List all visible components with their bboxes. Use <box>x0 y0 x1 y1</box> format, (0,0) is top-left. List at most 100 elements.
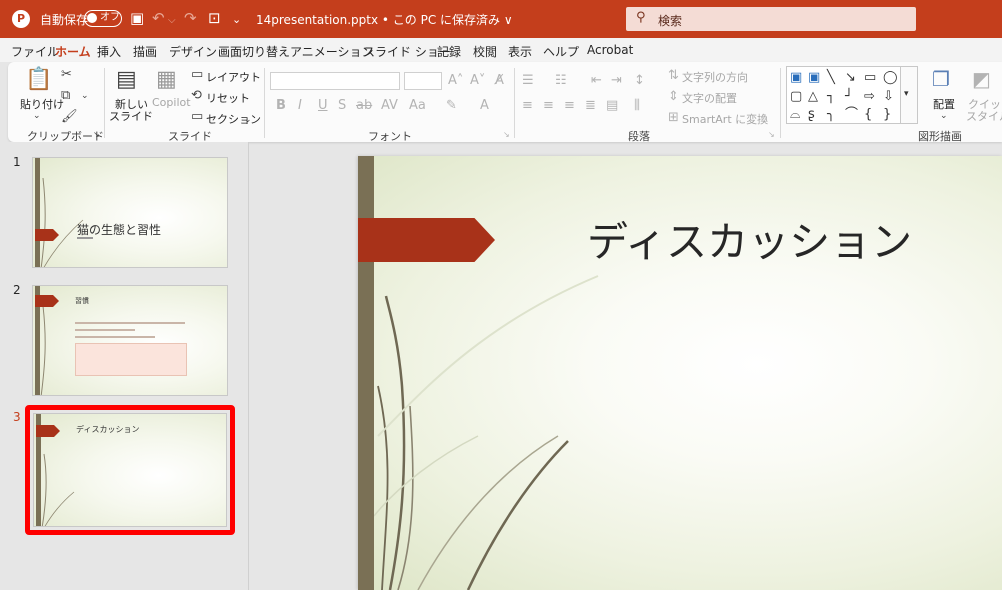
tab-draw[interactable]: 描画 <box>133 43 157 60</box>
italic-icon[interactable]: I <box>298 99 302 113</box>
redo-icon[interactable]: ↷ <box>184 9 197 27</box>
autosave-toggle[interactable]: オフ <box>84 10 122 27</box>
change-case-icon[interactable]: Aa <box>409 99 426 113</box>
tab-view[interactable]: 表示 <box>508 43 532 60</box>
increase-indent-icon[interactable]: ⇥ <box>611 74 622 88</box>
font-launcher-icon[interactable]: ↘ <box>503 128 510 142</box>
justify-icon[interactable]: ≣ <box>585 99 596 113</box>
search-box[interactable]: ⚲ 検索 <box>626 7 916 31</box>
tab-insert[interactable]: 挿入 <box>97 43 121 60</box>
align-text-button[interactable]: 文字の配置 <box>682 90 737 106</box>
align-right-icon[interactable]: ≡ <box>564 99 575 113</box>
slide-thumbnail-2[interactable]: 習慣 <box>32 285 228 396</box>
highlight-icon[interactable]: ✎ <box>446 99 457 113</box>
layout-icon[interactable]: ▭ <box>191 68 203 82</box>
right-brace-shape-icon[interactable]: } <box>883 108 891 122</box>
tab-transitions[interactable]: 画面切り替え <box>218 43 290 60</box>
tab-file[interactable]: ファイル <box>11 43 59 60</box>
new-slide-icon[interactable]: ▤ <box>116 68 137 92</box>
slide-title[interactable]: ディスカッション <box>587 208 912 268</box>
vertical-text-box-shape-icon[interactable]: ▣ <box>808 71 820 85</box>
shadow-icon[interactable]: S <box>338 99 346 113</box>
align-text-icon[interactable]: ⇕ <box>668 90 679 104</box>
undo-dropdown-icon[interactable]: ⌵ <box>168 12 176 30</box>
copy-icon[interactable]: ⧉ <box>61 89 70 103</box>
copilot-icon[interactable]: ▦ <box>156 68 177 92</box>
section-icon[interactable]: ▭ <box>191 110 203 124</box>
arrange-icon[interactable]: ❐ <box>932 68 950 90</box>
cut-icon[interactable]: ✂ <box>61 68 72 82</box>
undo-icon[interactable]: ↶ <box>152 9 165 27</box>
strikethrough-icon[interactable]: ab <box>356 99 372 113</box>
shapes-more-button[interactable]: ▾ <box>900 67 917 123</box>
scribble-shape-icon[interactable]: ʂ <box>808 108 815 122</box>
paste-icon[interactable]: 📋 <box>25 68 52 92</box>
arrange-dropdown-icon[interactable]: ⌄ <box>940 109 948 123</box>
line-spacing-icon[interactable]: ↕ <box>634 74 645 88</box>
bullets-icon[interactable]: ☰ <box>522 74 534 88</box>
copilot-button[interactable]: Copilot <box>152 96 191 109</box>
bold-icon[interactable]: B <box>276 99 286 113</box>
font-name-box[interactable] <box>270 72 400 90</box>
text-direction-icon[interactable]: ⇅ <box>668 69 679 83</box>
arc-shape-icon[interactable]: ╮ <box>827 108 835 122</box>
shapes-gallery[interactable]: ▣ ▣ ╲ ↘ ▭ ◯ ▢ △ ┐ ┘ ⇨ ⇩ ⌓ ʂ ╮ ⌒ { } ▾ <box>786 66 918 124</box>
align-left-icon[interactable]: ≡ <box>522 99 533 113</box>
oval-shape-icon[interactable]: ◯ <box>883 71 898 85</box>
document-title[interactable]: 14presentation.pptx • この PC に保存済み ∨ <box>256 11 513 28</box>
align-center-icon[interactable]: ≡ <box>543 99 554 113</box>
tab-animations[interactable]: アニメーション <box>290 43 374 60</box>
section-dropdown-icon[interactable]: ⌄ <box>244 113 252 127</box>
smartart-icon[interactable]: ⊞ <box>668 111 679 125</box>
format-painter-icon[interactable]: 🖌 <box>61 110 78 124</box>
numbering-icon[interactable]: ☷ <box>555 74 567 88</box>
freeform-shape-icon[interactable]: ⌓ <box>790 108 800 122</box>
clipboard-launcher-icon[interactable]: ↘ <box>93 128 100 142</box>
quick-style-icon[interactable]: ◩ <box>972 68 991 90</box>
decrease-indent-icon[interactable]: ⇤ <box>591 74 602 88</box>
save-icon[interactable]: ▣ <box>130 9 144 27</box>
reset-button[interactable]: リセット <box>206 90 250 106</box>
paste-button[interactable]: 貼り付け <box>20 96 64 112</box>
increase-font-size-icon[interactable]: A˄ <box>448 74 463 88</box>
font-size-box[interactable] <box>404 72 442 90</box>
smartart-button[interactable]: SmartArt に変換 <box>682 111 768 127</box>
copy-dropdown-icon[interactable]: ⌄ <box>81 89 89 103</box>
section-button[interactable]: セクション <box>206 111 261 127</box>
rectangle-shape-icon[interactable]: ▭ <box>864 71 876 85</box>
pane-divider[interactable] <box>248 142 249 590</box>
distributed-icon[interactable]: ▤ <box>606 99 618 113</box>
reset-icon[interactable]: ⟲ <box>191 89 202 103</box>
tab-acrobat[interactable]: Acrobat <box>587 43 633 57</box>
tab-home[interactable]: ホーム <box>55 43 91 65</box>
tab-record[interactable]: 記録 <box>437 43 461 60</box>
decrease-font-size-icon[interactable]: A˅ <box>470 74 485 88</box>
elbow-arrow-shape-icon[interactable]: ┘ <box>845 90 853 104</box>
left-brace-shape-icon[interactable]: { <box>864 108 872 122</box>
right-arrow-shape-icon[interactable]: ⇨ <box>864 90 875 104</box>
slide-canvas[interactable]: ディスカッション <box>358 156 1002 590</box>
layout-button[interactable]: レイアウト <box>206 69 261 85</box>
slide-thumbnail-1[interactable]: 猫の生態と習性 <box>32 157 228 268</box>
layout-dropdown-icon[interactable]: ⌄ <box>242 71 250 85</box>
curve-shape-icon[interactable]: ⌒ <box>845 108 858 122</box>
text-direction-button[interactable]: 文字列の方向 <box>682 69 748 85</box>
clear-formatting-icon[interactable]: A̸ <box>495 74 504 88</box>
quick-style-label-2[interactable]: スタイル <box>966 108 1002 124</box>
underline-icon[interactable]: U <box>318 99 328 113</box>
tab-help[interactable]: ヘルプ <box>543 43 579 60</box>
present-icon[interactable]: ⊡ <box>208 9 221 27</box>
triangle-shape-icon[interactable]: △ <box>808 90 818 104</box>
customize-qat-icon[interactable]: ⌄ <box>232 11 241 29</box>
font-color-icon[interactable]: A <box>480 99 489 113</box>
character-spacing-icon[interactable]: AV <box>381 99 398 113</box>
paste-dropdown-icon[interactable]: ⌄ <box>33 109 41 123</box>
rounded-rectangle-shape-icon[interactable]: ▢ <box>790 90 802 104</box>
new-slide-label-2[interactable]: スライド <box>109 108 153 124</box>
elbow-connector-shape-icon[interactable]: ┐ <box>827 90 835 104</box>
line-shape-icon[interactable]: ╲ <box>827 71 835 85</box>
columns-icon[interactable]: ⫼ <box>634 99 640 113</box>
paragraph-launcher-icon[interactable]: ↘ <box>768 128 775 142</box>
down-arrow-shape-icon[interactable]: ⇩ <box>883 90 894 104</box>
text-box-shape-icon[interactable]: ▣ <box>790 71 802 85</box>
